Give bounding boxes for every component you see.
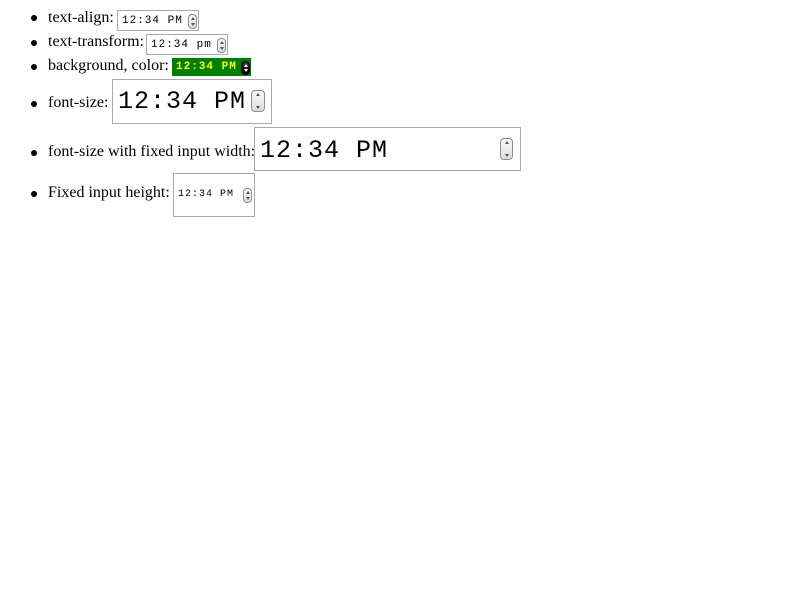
spin-up-icon[interactable] <box>501 139 512 149</box>
time-input-fixed-height[interactable]: 12:34 PM <box>173 173 255 217</box>
time-value: 12:34 PM <box>122 15 183 27</box>
item-label: text-transform: <box>48 33 144 50</box>
bullet <box>31 191 37 197</box>
bullet <box>31 150 37 156</box>
item-label: font-size: <box>48 94 109 111</box>
spin-down-icon[interactable] <box>244 196 251 203</box>
time-spinner[interactable] <box>251 90 265 112</box>
time-spinner[interactable] <box>188 14 197 29</box>
item-label: font-size with fixed input width: <box>48 143 256 160</box>
time-spinner[interactable] <box>243 188 252 203</box>
spin-down-icon[interactable] <box>501 149 512 159</box>
item-label: Fixed input height: <box>48 184 170 201</box>
time-spinner[interactable] <box>241 61 250 75</box>
time-spinner[interactable] <box>500 138 513 160</box>
bullet <box>31 40 37 46</box>
time-value: 12:34 PM <box>260 136 389 165</box>
time-value: 12:34 pm <box>151 39 212 51</box>
time-input-fixed-width[interactable]: 12:34 PM <box>254 127 521 171</box>
item-label: background, color: <box>48 57 169 74</box>
time-value: 12:34 PM <box>178 189 235 200</box>
time-input-background-color[interactable]: 12:34 PM <box>172 58 251 76</box>
time-input-text-transform[interactable]: 12:34 pm <box>146 34 228 55</box>
time-input-text-align[interactable]: 12:34 PM <box>117 10 199 31</box>
spin-down-icon[interactable] <box>242 68 249 74</box>
time-value: 12:34 PM <box>118 87 247 116</box>
bullet <box>31 64 37 70</box>
time-input-font-size[interactable]: 12:34 PM <box>112 79 272 124</box>
time-value: 12:34 PM <box>176 61 237 73</box>
spin-down-icon[interactable] <box>218 46 225 53</box>
spin-up-icon[interactable] <box>252 91 264 101</box>
spin-down-icon[interactable] <box>189 22 196 29</box>
item-label: text-align: <box>48 9 114 26</box>
bullet <box>31 15 37 21</box>
spin-down-icon[interactable] <box>252 101 264 111</box>
time-spinner[interactable] <box>217 38 226 53</box>
bullet <box>31 101 37 107</box>
